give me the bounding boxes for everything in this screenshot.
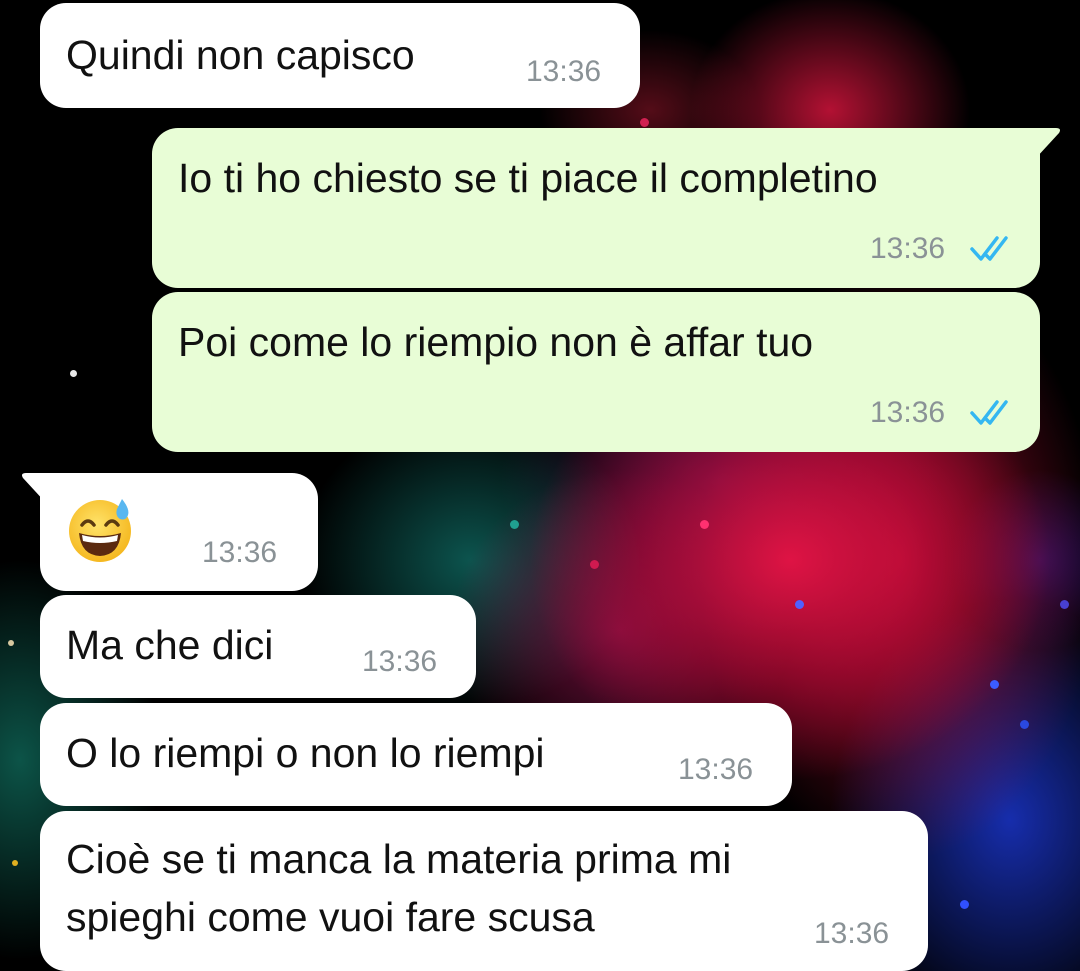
message-text: Io ti ho chiesto se ti piace il completi… xyxy=(178,155,878,201)
message-timestamp: 13:36 xyxy=(202,536,278,569)
message-bubble-incoming[interactable]: Quindi non capisco 13:36 xyxy=(40,3,640,108)
message-bubble-incoming[interactable]: 13:36 xyxy=(40,473,318,591)
message-timestamp: 13:36 xyxy=(362,645,438,678)
message-text: Poi come lo riempio non è affar tuo xyxy=(178,319,814,365)
message-timestamp: 13:36 xyxy=(526,55,602,88)
grinning-face-with-sweat-icon xyxy=(69,499,131,562)
message-text: Quindi non capisco xyxy=(66,32,415,78)
message-bubble-outgoing[interactable]: Poi come lo riempio non è affar tuo 13:3… xyxy=(152,292,1040,452)
message-timestamp: 13:36 xyxy=(870,232,946,265)
message-timestamp: 13:36 xyxy=(814,917,890,950)
message-bubble-incoming[interactable]: Cioè se ti manca la materia prima mi spi… xyxy=(40,811,928,971)
message-text-line: spieghi come vuoi fare scusa xyxy=(66,894,595,940)
message-bubble-outgoing[interactable]: Io ti ho chiesto se ti piace il completi… xyxy=(152,128,1040,288)
read-receipt-icon xyxy=(970,236,1008,261)
message-text-line: Cioè se ti manca la materia prima mi xyxy=(66,836,732,882)
message-bubble-incoming[interactable]: O lo riempi o non lo riempi 13:36 xyxy=(40,703,792,806)
message-timestamp: 13:36 xyxy=(870,396,946,429)
read-receipt-icon xyxy=(970,400,1008,425)
message-text: O lo riempi o non lo riempi xyxy=(66,730,545,776)
message-bubble-incoming[interactable]: Ma che dici 13:36 xyxy=(40,595,476,698)
message-timestamp: 13:36 xyxy=(678,753,754,786)
message-text: Ma che dici xyxy=(66,622,274,668)
